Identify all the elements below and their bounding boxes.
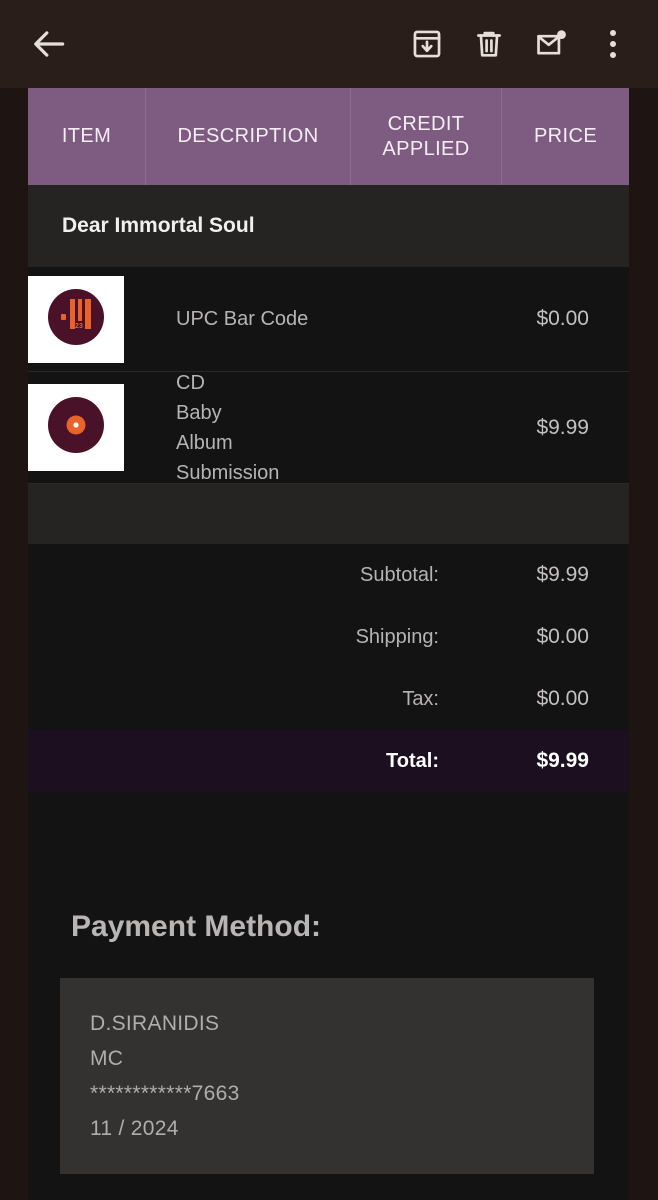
album-title-row: Dear Immortal Soul	[28, 185, 629, 267]
shipping-value: $0.00	[536, 625, 589, 648]
more-options-icon	[610, 30, 616, 58]
email-body: ITEM DESCRIPTION CREDIT APPLIED PRICE De…	[0, 88, 658, 1200]
item-description: UPC Bar Code	[176, 308, 309, 330]
table-row: CD Baby Album Submission $9.99	[28, 372, 629, 484]
tax-value: $0.00	[536, 687, 589, 710]
invoice-content: ITEM DESCRIPTION CREDIT APPLIED PRICE De…	[28, 88, 629, 1200]
mark-unread-button[interactable]	[520, 16, 582, 72]
grand-total-value: $9.99	[536, 749, 589, 772]
column-header-credit-applied: CREDIT APPLIED	[351, 88, 502, 185]
subtotal-row: Subtotal: $9.99	[28, 544, 629, 606]
column-header-item: ITEM	[28, 88, 146, 185]
cardholder-name: D.SIRANIDIS	[90, 1012, 220, 1035]
grand-total-row: Total: $9.99	[28, 730, 629, 792]
card-expiry: 11 / 2024	[90, 1117, 179, 1140]
table-row: 123 UPC Bar Code $0.00	[28, 267, 629, 372]
vinyl-record-icon	[43, 392, 109, 463]
subtotal-label: Subtotal:	[360, 563, 439, 586]
item-description: CD Baby Album Submission	[176, 371, 280, 484]
payment-method-section: Payment Method: D.SIRANIDIS MC *********…	[28, 910, 629, 1174]
toolbar-actions	[396, 16, 658, 72]
mark-unread-envelope-icon	[534, 27, 568, 61]
card-number-masked: ************7663	[90, 1082, 240, 1105]
trash-icon	[472, 27, 506, 61]
archive-button[interactable]	[396, 16, 458, 72]
item-thumbnail-upc: 123	[28, 275, 124, 363]
payment-card-details: D.SIRANIDIS MC ************7663 11 / 202…	[60, 978, 594, 1174]
table-spacer-row	[28, 484, 629, 544]
item-price: $0.00	[536, 307, 589, 330]
column-header-price: PRICE	[533, 125, 598, 147]
album-title: Dear Immortal Soul	[62, 214, 255, 237]
tax-row: Tax: $0.00	[28, 668, 629, 730]
back-button[interactable]	[22, 16, 78, 72]
tax-label: Tax:	[402, 687, 439, 710]
subtotal-value: $9.99	[536, 563, 589, 586]
archive-icon	[410, 27, 444, 61]
column-header-description: DESCRIPTION	[146, 88, 351, 185]
more-options-button[interactable]	[582, 16, 644, 72]
card-type: MC	[90, 1047, 124, 1070]
shipping-row: Shipping: $0.00	[28, 606, 629, 668]
item-thumbnail-cd	[28, 384, 124, 471]
back-arrow-icon	[31, 25, 69, 63]
svg-text:123: 123	[71, 323, 83, 330]
grand-total-label: Total:	[386, 749, 439, 772]
app-toolbar	[0, 0, 658, 88]
item-price: $9.99	[536, 415, 589, 439]
invoice-table-header: ITEM DESCRIPTION CREDIT APPLIED PRICE	[28, 88, 629, 185]
invoice-totals: Subtotal: $9.99 Shipping: $0.00 Tax: $0.…	[28, 544, 629, 792]
delete-button[interactable]	[458, 16, 520, 72]
shipping-label: Shipping:	[355, 625, 439, 648]
payment-method-heading: Payment Method:	[71, 910, 322, 943]
upc-barcode-icon: 123	[43, 284, 109, 355]
